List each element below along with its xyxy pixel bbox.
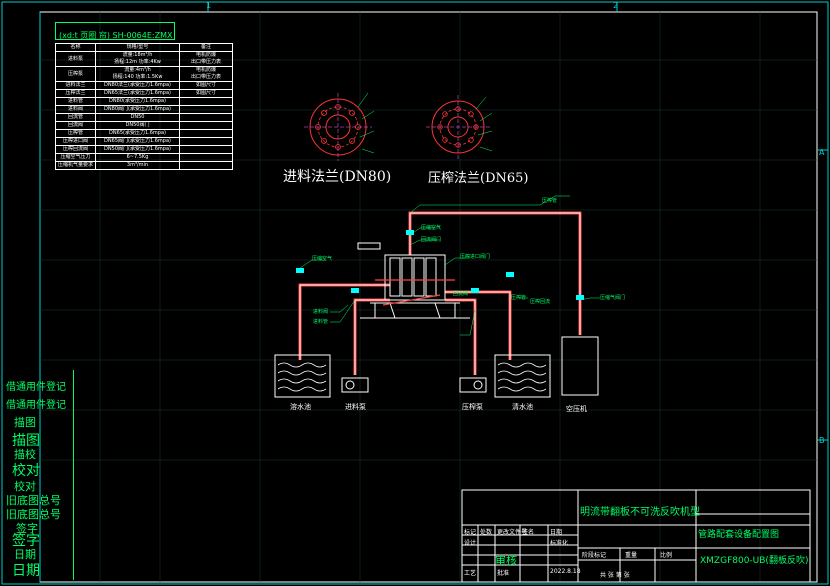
design-label: 设计 [464,540,477,547]
row-label-3: 签名 [522,529,535,536]
approve-label: 批准 [497,570,510,577]
row-label-0: 标记 [464,529,477,536]
row-label-4: 日期 [550,529,563,536]
stage-mark-label: 阶段标记 [582,552,607,559]
product-name: 明流带翻板不可洗反吹机型 [580,507,700,518]
drawing-code: XMZGF800-UB(翻板反吹) [700,556,809,566]
row-label-1: 处数 [480,529,493,536]
date-value: 2022.8.18 [550,568,581,575]
drawing-title: 管路配套设备配置图 [698,530,780,540]
review-label: 审核 [495,554,517,567]
title-block-lines [461,489,811,583]
standard-label: 标准化 [550,540,569,547]
process-label: 工艺 [464,570,477,577]
weight-label: 重量 [625,552,638,559]
sheet-label: 共 张 第 张 [600,572,630,579]
scale-label: 比例 [660,552,673,559]
